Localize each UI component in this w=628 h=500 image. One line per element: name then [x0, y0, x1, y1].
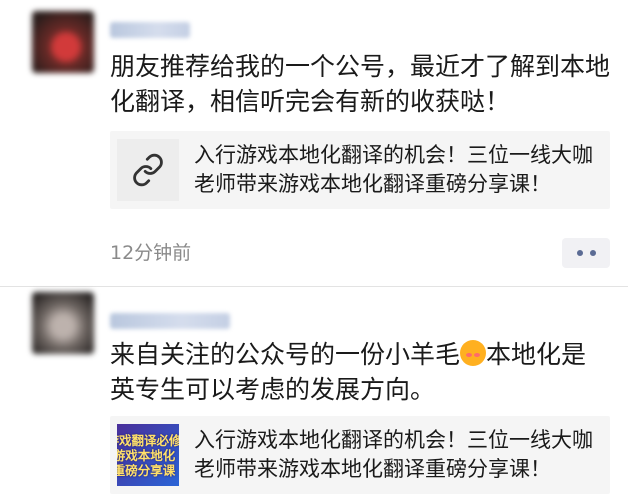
post-timestamp: 12分钟前 [110, 242, 192, 264]
article-thumbnail: 游戏翻译必修 游戏本地化 重磅分享课 [117, 424, 179, 486]
article-title: 入行游戏本地化翻译的机会！三位一线大咖老师带来游戏本地化翻译重磅分享课！ [194, 143, 593, 196]
avatar[interactable] [32, 292, 94, 354]
shared-article-card[interactable]: 游戏翻译必修 游戏本地化 重磅分享课 入行游戏本地化翻译的机会！三位一线大咖老师… [110, 416, 610, 494]
moment-post: 来自关注的公众号的一份小羊毛本地化是英专生可以考虑的发展方向。 游戏翻译必修 游… [0, 287, 628, 500]
post-text: 来自关注的公众号的一份小羊毛 本地化是英专生可以考虑的发展方向。 [110, 340, 587, 404]
shared-article-card[interactable]: 入行游戏本地化翻译的机会！三位一线大咖老师带来游戏本地化翻译重磅分享课！ [110, 131, 610, 209]
smiling-face-with-hearts-icon [460, 340, 487, 366]
moment-post: 朋友推荐给我的一个公号，最近才了解到本地化翻译，相信听完会有新的收获哒！ 入行游… [0, 0, 628, 286]
more-dots-icon [589, 250, 596, 256]
post-text: 朋友推荐给我的一个公号，最近才了解到本地化翻译，相信听完会有新的收获哒！ [110, 52, 611, 116]
more-dots-icon [576, 250, 583, 256]
username-blurred[interactable] [110, 22, 190, 38]
link-icon [117, 139, 179, 201]
more-actions-button[interactable] [562, 238, 610, 268]
article-title: 入行游戏本地化翻译的机会！三位一线大咖老师带来游戏本地化翻译重磅分享课！ [194, 428, 593, 481]
avatar[interactable] [32, 11, 94, 73]
username-blurred[interactable] [110, 313, 230, 329]
